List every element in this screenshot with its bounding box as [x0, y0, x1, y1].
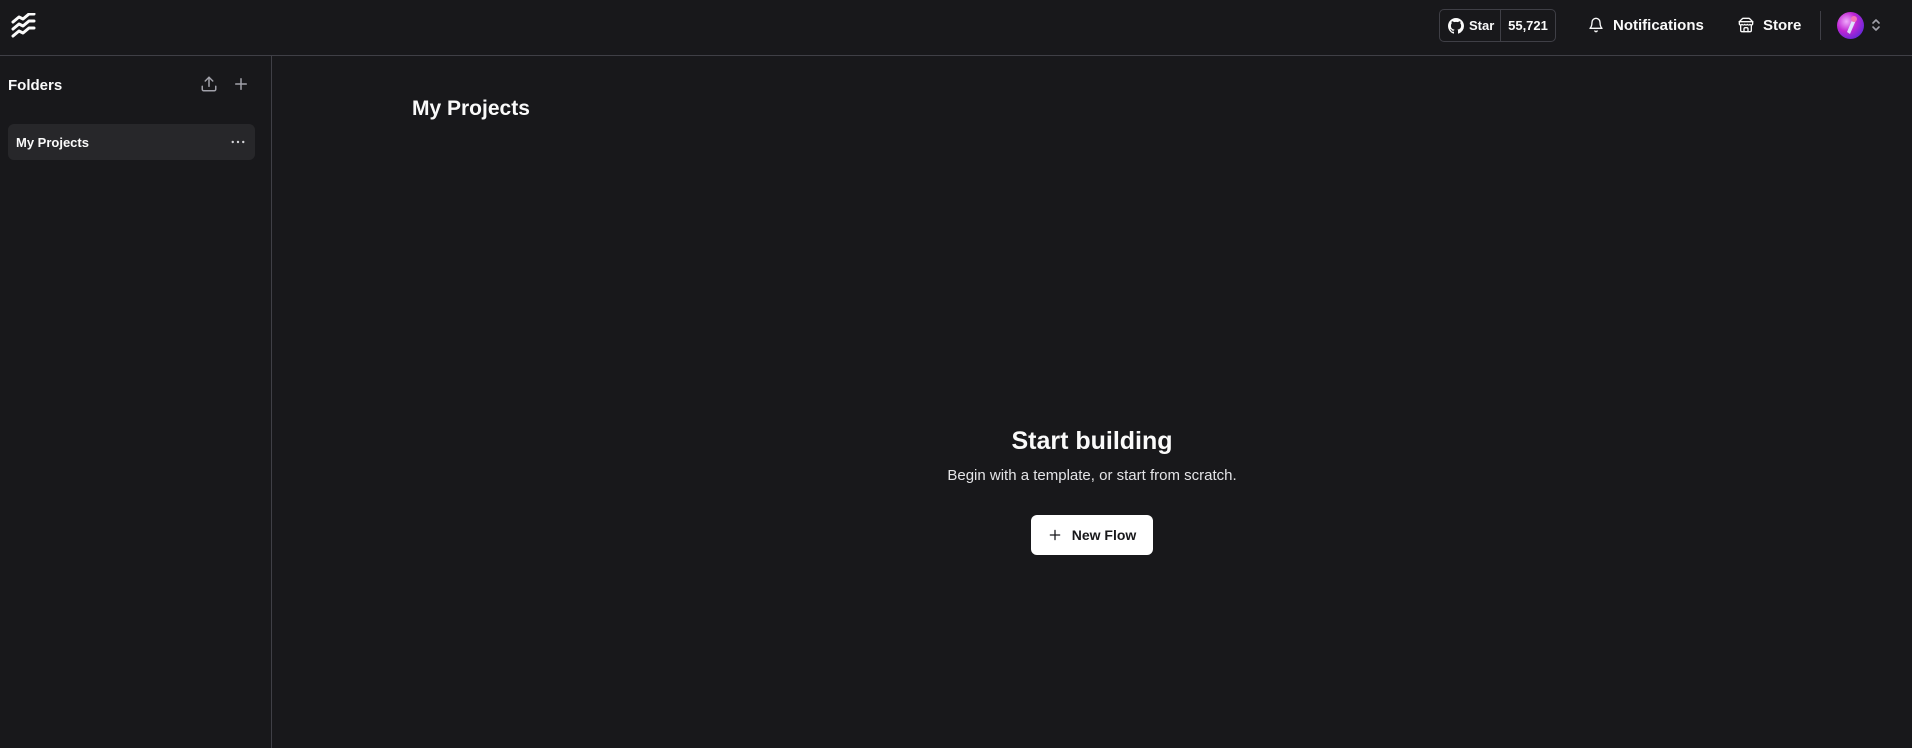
new-flow-button[interactable]: New Flow — [1031, 515, 1153, 555]
store-label: Store — [1763, 16, 1802, 34]
upload-icon[interactable] — [200, 75, 218, 93]
bell-icon — [1588, 17, 1604, 33]
plus-icon — [1048, 528, 1062, 542]
github-star-count: 55,721 — [1508, 18, 1548, 33]
empty-state-title: Start building — [1011, 427, 1173, 455]
empty-state-subtitle: Begin with a template, or start from scr… — [947, 467, 1237, 484]
github-star-button[interactable]: Star 55,721 — [1439, 9, 1556, 42]
notifications-button[interactable]: Notifications — [1588, 12, 1704, 38]
github-star-label: Star — [1469, 18, 1495, 33]
new-flow-label: New Flow — [1071, 527, 1137, 543]
add-folder-button[interactable] — [232, 75, 250, 93]
store-button[interactable]: Store — [1738, 12, 1801, 38]
langflow-logo-icon[interactable] — [10, 13, 38, 39]
folder-label: My Projects — [16, 134, 89, 150]
avatar[interactable] — [1837, 12, 1864, 39]
more-horizontal-icon[interactable] — [229, 133, 247, 151]
top-header: Star 55,721 Notifications Store — [0, 0, 1912, 56]
folder-item-my-projects[interactable]: My Projects — [8, 124, 255, 160]
header-divider — [1820, 11, 1821, 40]
folders-sidebar: Folders My Projects — [0, 56, 272, 748]
store-icon — [1738, 17, 1754, 33]
github-icon — [1448, 17, 1464, 34]
chevrons-up-down-icon[interactable] — [1870, 17, 1882, 33]
notifications-label: Notifications — [1613, 16, 1704, 34]
github-star[interactable]: Star — [1440, 10, 1501, 41]
page-title: My Projects — [412, 97, 530, 120]
plus-icon — [232, 75, 250, 93]
folders-title: Folders — [8, 77, 63, 94]
